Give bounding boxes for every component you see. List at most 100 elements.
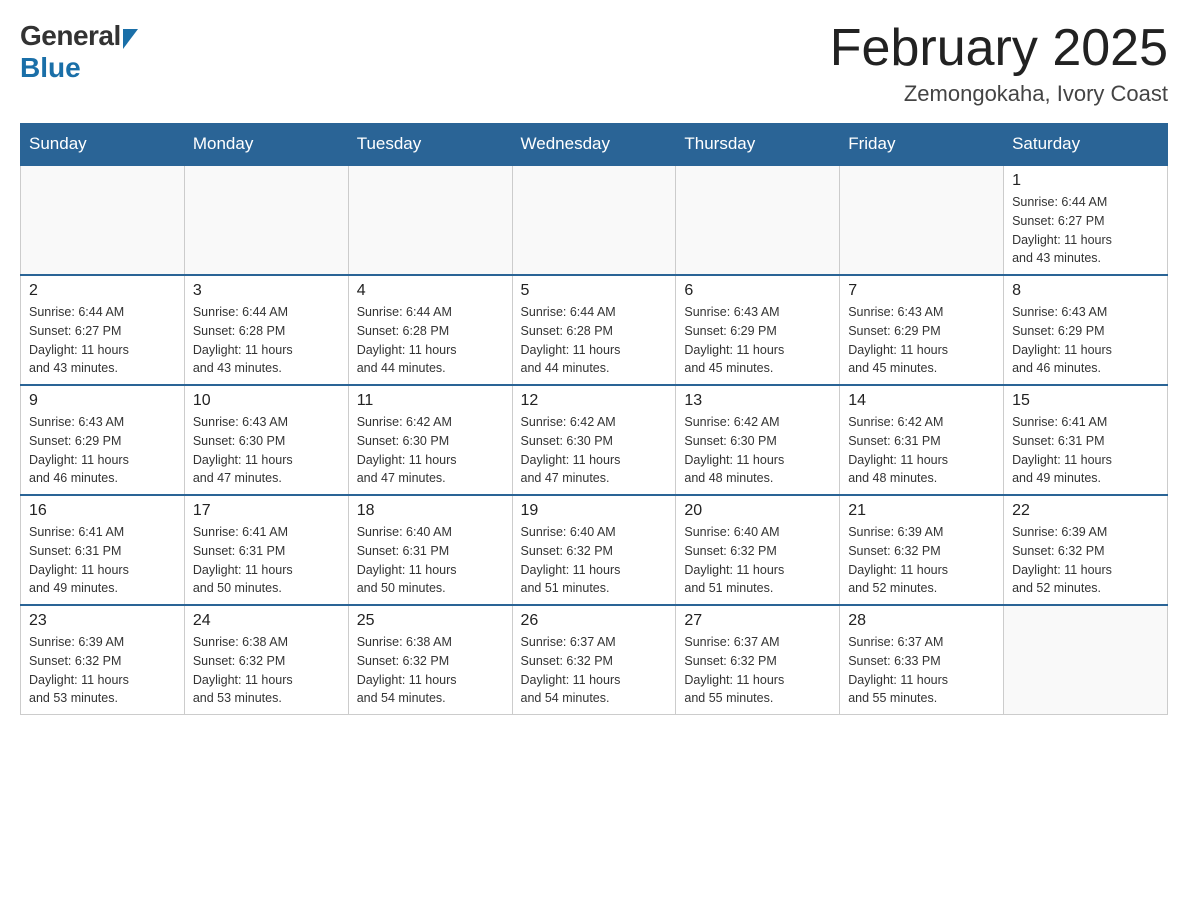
- calendar-cell: 16 Sunrise: 6:41 AM Sunset: 6:31 PM Dayli…: [21, 495, 185, 605]
- week-row-1: 1 Sunrise: 6:44 AM Sunset: 6:27 PM Daylig…: [21, 165, 1168, 275]
- calendar-cell: [21, 165, 185, 275]
- day-info: Sunrise: 6:42 AM Sunset: 6:30 PM Dayligh…: [684, 413, 831, 488]
- day-info: Sunrise: 6:43 AM Sunset: 6:29 PM Dayligh…: [1012, 303, 1159, 378]
- day-number: 6: [684, 282, 831, 300]
- week-row-4: 16 Sunrise: 6:41 AM Sunset: 6:31 PM Dayli…: [21, 495, 1168, 605]
- calendar-cell: 17 Sunrise: 6:41 AM Sunset: 6:31 PM Dayli…: [184, 495, 348, 605]
- calendar-cell: 13 Sunrise: 6:42 AM Sunset: 6:30 PM Dayli…: [676, 385, 840, 495]
- col-header-sunday: Sunday: [21, 124, 185, 166]
- calendar-cell: [1004, 605, 1168, 715]
- calendar-cell: 15 Sunrise: 6:41 AM Sunset: 6:31 PM Dayli…: [1004, 385, 1168, 495]
- day-info: Sunrise: 6:41 AM Sunset: 6:31 PM Dayligh…: [29, 523, 176, 598]
- calendar-cell: [512, 165, 676, 275]
- calendar-cell: 3 Sunrise: 6:44 AM Sunset: 6:28 PM Daylig…: [184, 275, 348, 385]
- calendar-cell: [348, 165, 512, 275]
- calendar-cell: 20 Sunrise: 6:40 AM Sunset: 6:32 PM Dayli…: [676, 495, 840, 605]
- day-info: Sunrise: 6:37 AM Sunset: 6:33 PM Dayligh…: [848, 633, 995, 708]
- day-info: Sunrise: 6:42 AM Sunset: 6:30 PM Dayligh…: [357, 413, 504, 488]
- day-info: Sunrise: 6:44 AM Sunset: 6:27 PM Dayligh…: [29, 303, 176, 378]
- calendar-cell: 18Sunrise: 6:40 AM Sunset: 6:31 PM Dayli…: [348, 495, 512, 605]
- day-number: 24: [193, 612, 340, 630]
- calendar-cell: 21 Sunrise: 6:39 AM Sunset: 6:32 PM Dayli…: [840, 495, 1004, 605]
- day-info: Sunrise: 6:44 AM Sunset: 6:28 PM Dayligh…: [357, 303, 504, 378]
- day-info: Sunrise: 6:43 AM Sunset: 6:30 PM Dayligh…: [193, 413, 340, 488]
- calendar-cell: 27Sunrise: 6:37 AM Sunset: 6:32 PM Dayli…: [676, 605, 840, 715]
- day-number: 3: [193, 282, 340, 300]
- day-number: 15: [1012, 392, 1159, 410]
- day-number: 1: [1012, 172, 1159, 190]
- day-number: 4: [357, 282, 504, 300]
- calendar-cell: [184, 165, 348, 275]
- day-info: Sunrise: 6:43 AM Sunset: 6:29 PM Dayligh…: [684, 303, 831, 378]
- day-number: 27: [684, 612, 831, 630]
- day-number: 13: [684, 392, 831, 410]
- day-number: 9: [29, 392, 176, 410]
- day-info: Sunrise: 6:42 AM Sunset: 6:31 PM Dayligh…: [848, 413, 995, 488]
- day-number: 17: [193, 502, 340, 520]
- day-info: Sunrise: 6:42 AM Sunset: 6:30 PM Dayligh…: [521, 413, 668, 488]
- day-number: 19: [521, 502, 668, 520]
- day-number: 16: [29, 502, 176, 520]
- logo-blue-text: Blue: [20, 52, 81, 83]
- col-header-monday: Monday: [184, 124, 348, 166]
- calendar-cell: 9 Sunrise: 6:43 AM Sunset: 6:29 PM Daylig…: [21, 385, 185, 495]
- day-info: Sunrise: 6:44 AM Sunset: 6:28 PM Dayligh…: [193, 303, 340, 378]
- day-number: 28: [848, 612, 995, 630]
- calendar-cell: 7 Sunrise: 6:43 AM Sunset: 6:29 PM Daylig…: [840, 275, 1004, 385]
- week-row-2: 2 Sunrise: 6:44 AM Sunset: 6:27 PM Daylig…: [21, 275, 1168, 385]
- calendar-cell: 22Sunrise: 6:39 AM Sunset: 6:32 PM Dayli…: [1004, 495, 1168, 605]
- logo: General Blue: [20, 20, 138, 84]
- day-number: 10: [193, 392, 340, 410]
- day-info: Sunrise: 6:38 AM Sunset: 6:32 PM Dayligh…: [357, 633, 504, 708]
- calendar-cell: 23 Sunrise: 6:39 AM Sunset: 6:32 PM Dayli…: [21, 605, 185, 715]
- day-number: 5: [521, 282, 668, 300]
- calendar-cell: 12 Sunrise: 6:42 AM Sunset: 6:30 PM Dayli…: [512, 385, 676, 495]
- day-info: Sunrise: 6:39 AM Sunset: 6:32 PM Dayligh…: [848, 523, 995, 598]
- day-number: 2: [29, 282, 176, 300]
- day-info: Sunrise: 6:41 AM Sunset: 6:31 PM Dayligh…: [1012, 413, 1159, 488]
- calendar-table: SundayMondayTuesdayWednesdayThursdayFrid…: [20, 123, 1168, 715]
- day-number: 11: [357, 392, 504, 410]
- col-header-tuesday: Tuesday: [348, 124, 512, 166]
- day-number: 7: [848, 282, 995, 300]
- day-number: 26: [521, 612, 668, 630]
- day-info: Sunrise: 6:40 AM Sunset: 6:32 PM Dayligh…: [521, 523, 668, 598]
- calendar-cell: 24Sunrise: 6:38 AM Sunset: 6:32 PM Dayli…: [184, 605, 348, 715]
- day-info: Sunrise: 6:41 AM Sunset: 6:31 PM Dayligh…: [193, 523, 340, 598]
- col-header-friday: Friday: [840, 124, 1004, 166]
- calendar-header-row: SundayMondayTuesdayWednesdayThursdayFrid…: [21, 124, 1168, 166]
- calendar-cell: 26 Sunrise: 6:37 AM Sunset: 6:32 PM Dayli…: [512, 605, 676, 715]
- calendar-cell: [840, 165, 1004, 275]
- day-number: 14: [848, 392, 995, 410]
- day-info: Sunrise: 6:43 AM Sunset: 6:29 PM Dayligh…: [29, 413, 176, 488]
- day-info: Sunrise: 6:39 AM Sunset: 6:32 PM Dayligh…: [1012, 523, 1159, 598]
- day-number: 8: [1012, 282, 1159, 300]
- calendar-cell: 19 Sunrise: 6:40 AM Sunset: 6:32 PM Dayli…: [512, 495, 676, 605]
- day-info: Sunrise: 6:40 AM Sunset: 6:32 PM Dayligh…: [684, 523, 831, 598]
- calendar-cell: 4 Sunrise: 6:44 AM Sunset: 6:28 PM Daylig…: [348, 275, 512, 385]
- calendar-cell: 11 Sunrise: 6:42 AM Sunset: 6:30 PM Dayli…: [348, 385, 512, 495]
- day-number: 23: [29, 612, 176, 630]
- col-header-wednesday: Wednesday: [512, 124, 676, 166]
- day-info: Sunrise: 6:37 AM Sunset: 6:32 PM Dayligh…: [521, 633, 668, 708]
- day-number: 20: [684, 502, 831, 520]
- calendar-cell: [676, 165, 840, 275]
- day-info: Sunrise: 6:39 AM Sunset: 6:32 PM Dayligh…: [29, 633, 176, 708]
- calendar-cell: 8 Sunrise: 6:43 AM Sunset: 6:29 PM Daylig…: [1004, 275, 1168, 385]
- day-info: Sunrise: 6:43 AM Sunset: 6:29 PM Dayligh…: [848, 303, 995, 378]
- calendar-cell: 10 Sunrise: 6:43 AM Sunset: 6:30 PM Dayli…: [184, 385, 348, 495]
- day-number: 25: [357, 612, 504, 630]
- day-info: Sunrise: 6:44 AM Sunset: 6:27 PM Dayligh…: [1012, 193, 1159, 268]
- page-header: General Blue February 2025 Zemongokaha, …: [20, 20, 1168, 107]
- week-row-3: 9 Sunrise: 6:43 AM Sunset: 6:29 PM Daylig…: [21, 385, 1168, 495]
- logo-chevron-icon: [123, 29, 138, 49]
- day-number: 18: [357, 502, 504, 520]
- calendar-cell: 5Sunrise: 6:44 AM Sunset: 6:28 PM Daylig…: [512, 275, 676, 385]
- calendar-cell: 2 Sunrise: 6:44 AM Sunset: 6:27 PM Daylig…: [21, 275, 185, 385]
- calendar-cell: 28 Sunrise: 6:37 AM Sunset: 6:33 PM Dayli…: [840, 605, 1004, 715]
- month-title: February 2025: [830, 20, 1168, 77]
- title-area: February 2025 Zemongokaha, Ivory Coast: [830, 20, 1168, 107]
- calendar-cell: 14 Sunrise: 6:42 AM Sunset: 6:31 PM Dayli…: [840, 385, 1004, 495]
- day-number: 12: [521, 392, 668, 410]
- day-number: 21: [848, 502, 995, 520]
